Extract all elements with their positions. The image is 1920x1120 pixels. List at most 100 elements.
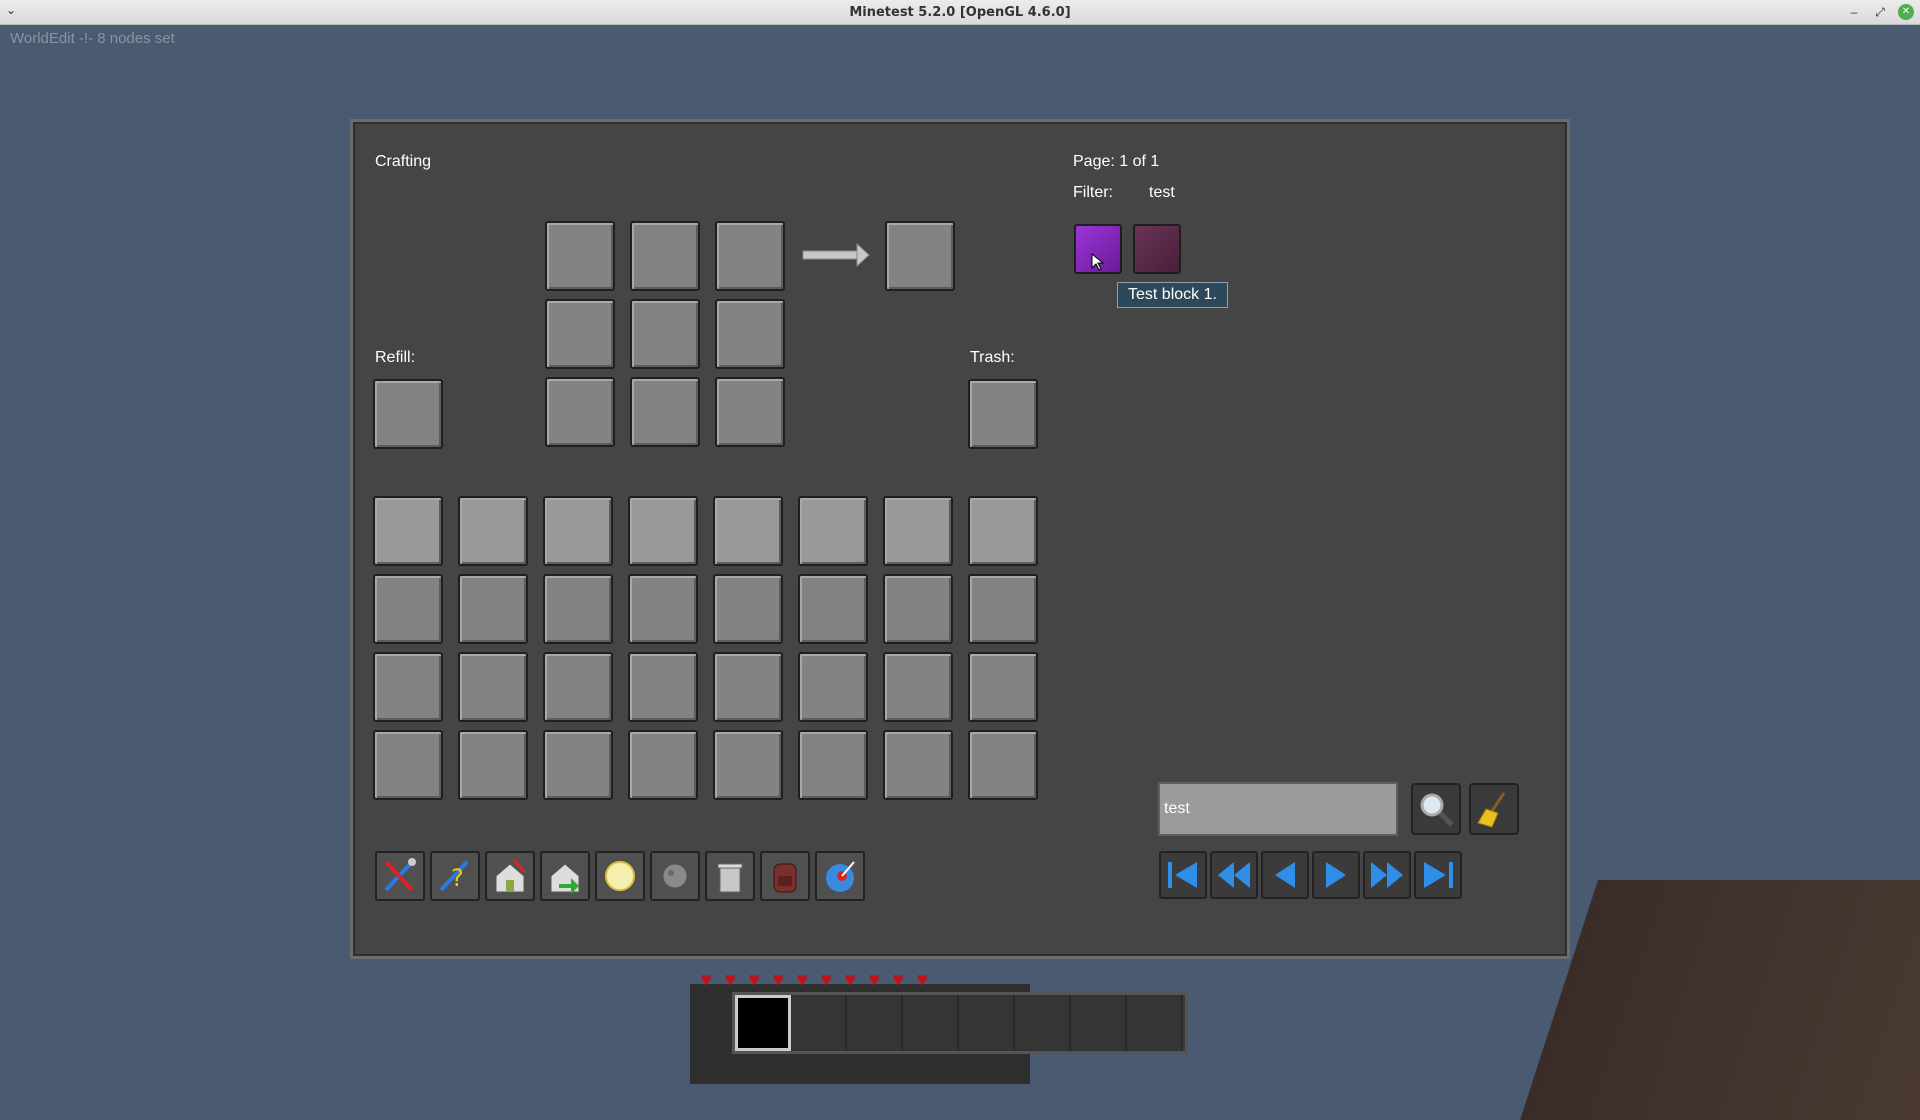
heart-icon: ♥ [724, 969, 736, 991]
hotbar-slot[interactable] [847, 995, 903, 1051]
hotbar-slot[interactable] [791, 995, 847, 1051]
refill-label: Refill: [375, 349, 416, 366]
inventory-slot[interactable] [628, 730, 698, 800]
close-icon[interactable]: ✕ [1898, 4, 1914, 20]
inventory-slot[interactable] [713, 496, 783, 566]
item-tooltip: Test block 1. [1117, 282, 1228, 308]
refill-slot[interactable] [373, 379, 443, 449]
mouse-cursor-icon [1091, 252, 1105, 271]
guide-item-test-block-1[interactable] [1074, 224, 1122, 274]
prev-page-button[interactable] [1261, 851, 1309, 899]
inventory-slot[interactable] [628, 496, 698, 566]
heart-icon: ♥ [796, 969, 808, 991]
trash-icon[interactable] [705, 851, 755, 901]
inventory-slot[interactable] [798, 496, 868, 566]
hotbar-slot[interactable] [959, 995, 1015, 1051]
restore-icon[interactable]: ⤢ [1872, 4, 1888, 20]
bags-icon[interactable] [760, 851, 810, 901]
inventory-slot[interactable] [373, 652, 443, 722]
inventory-slot[interactable] [373, 496, 443, 566]
hotbar-slot[interactable] [1071, 995, 1127, 1051]
first-page-icon [1168, 862, 1197, 888]
hotbar-slot[interactable] [1015, 995, 1071, 1051]
hotbar-slot[interactable] [903, 995, 959, 1051]
clear-search-button[interactable] [1469, 783, 1519, 835]
inventory-slot[interactable] [713, 574, 783, 644]
trash-label: Trash: [970, 349, 1015, 366]
heart-icon: ♥ [844, 969, 856, 991]
inventory-slot[interactable] [883, 574, 953, 644]
craft-slot[interactable] [630, 221, 700, 291]
inventory-slot[interactable] [883, 730, 953, 800]
craft-arrow-icon [802, 242, 870, 268]
search-input[interactable]: test [1158, 782, 1398, 836]
home-go-icon[interactable] [540, 851, 590, 901]
night-icon[interactable] [650, 851, 700, 901]
craft-slot[interactable] [545, 377, 615, 447]
crafting-title: Crafting [375, 153, 432, 170]
heart-icon: ♥ [700, 969, 712, 991]
next-10-button[interactable] [1363, 851, 1411, 899]
inventory-slot[interactable] [458, 574, 528, 644]
inventory-slot[interactable] [543, 574, 613, 644]
inventory-slot[interactable] [628, 652, 698, 722]
inventory-slot[interactable] [968, 496, 1038, 566]
trash-slot[interactable] [968, 379, 1038, 449]
inventory-slot[interactable] [713, 730, 783, 800]
hotbar-slot[interactable] [1127, 995, 1183, 1051]
heart-icon: ♥ [892, 969, 904, 991]
next-page-button[interactable] [1312, 851, 1360, 899]
inventory-slot[interactable] [968, 574, 1038, 644]
inventory-slot[interactable] [373, 730, 443, 800]
heart-icon: ♥ [820, 969, 832, 991]
minimize-icon[interactable]: – [1846, 4, 1862, 20]
inventory-slot[interactable] [458, 730, 528, 800]
craftguide-icon[interactable]: ? [430, 851, 480, 901]
inventory-slot[interactable] [543, 652, 613, 722]
craft-slot[interactable] [715, 377, 785, 447]
waypoints-icon[interactable] [815, 851, 865, 901]
craft-slot[interactable] [630, 299, 700, 369]
guide-item-test-block-2[interactable] [1133, 224, 1181, 274]
inventory-slot[interactable] [543, 496, 613, 566]
crafting-icon[interactable] [375, 851, 425, 901]
inventory-slot[interactable] [968, 652, 1038, 722]
filter-label: Filter: [1073, 184, 1113, 201]
prev-10-button[interactable] [1210, 851, 1258, 899]
inventory-slot[interactable] [798, 574, 868, 644]
craft-slot[interactable] [715, 299, 785, 369]
inventory-slot[interactable] [458, 496, 528, 566]
next-icon [1326, 862, 1346, 888]
craft-slot[interactable] [715, 221, 785, 291]
inventory-slot[interactable] [798, 652, 868, 722]
inventory-slot[interactable] [798, 730, 868, 800]
last-page-button[interactable] [1414, 851, 1462, 899]
heart-icon: ♥ [868, 969, 880, 991]
hotbar [732, 992, 1188, 1054]
inventory-slot[interactable] [883, 652, 953, 722]
inventory-slot[interactable] [713, 652, 783, 722]
inventory-panel: Crafting Refill: Trash: ? Page: 1 of 1 F… [350, 119, 1570, 959]
craft-slot[interactable] [545, 221, 615, 291]
inventory-slot[interactable] [968, 730, 1038, 800]
inventory-slot[interactable] [543, 730, 613, 800]
prev-icon [1275, 862, 1295, 888]
craft-slot[interactable] [545, 299, 615, 369]
inventory-slot[interactable] [458, 652, 528, 722]
first-page-button[interactable] [1159, 851, 1207, 899]
search-button[interactable] [1411, 783, 1461, 835]
craft-output-slot[interactable] [885, 221, 955, 291]
hotbar-slot[interactable] [735, 995, 791, 1051]
health-bar: ♥ ♥ ♥ ♥ ♥ ♥ ♥ ♥ ♥ ♥ [695, 970, 933, 990]
window-titlebar: ⌄ Minetest 5.2.0 [OpenGL 4.6.0] – ⤢ ✕ [0, 0, 1920, 25]
inventory-slot[interactable] [373, 574, 443, 644]
inventory-slot[interactable] [628, 574, 698, 644]
player-arm [1520, 880, 1920, 1120]
day-icon[interactable] [595, 851, 645, 901]
heart-icon: ♥ [748, 969, 760, 991]
inventory-slot[interactable] [883, 496, 953, 566]
home-set-icon[interactable] [485, 851, 535, 901]
craft-slot[interactable] [630, 377, 700, 447]
rewind-icon [1218, 862, 1250, 888]
hud-status-message: WorldEdit -!- 8 nodes set [10, 30, 175, 47]
